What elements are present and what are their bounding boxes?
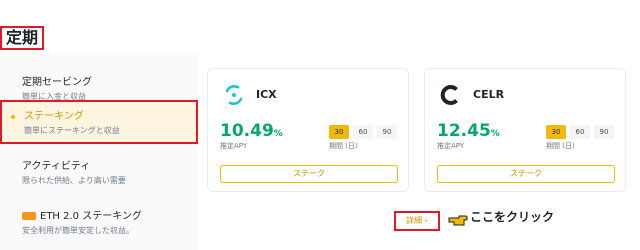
active-indicator-dot (11, 115, 15, 119)
duration-option-60[interactable]: 60 (353, 125, 373, 139)
coin-name: ICX (256, 88, 277, 101)
stake-button[interactable]: ステーク (437, 165, 615, 183)
icx-logo-icon (225, 85, 243, 105)
celr-logo-icon (440, 85, 458, 105)
pointing-hand-icon (448, 215, 468, 226)
sidebar-item-title: ETH 2.0 ステーキング (22, 210, 198, 223)
sidebar-item-title-text: ETH 2.0 ステーキング (40, 211, 142, 222)
apy-value: 10.49% (220, 121, 283, 144)
staking-card-celr: CELR 12.45% 推定APY 30 60 90 期間 (日) ステーク (424, 68, 626, 192)
duration-option-90[interactable]: 90 (594, 125, 614, 139)
duration-option-30[interactable]: 30 (546, 125, 566, 139)
sidebar-item-eth2-staking[interactable]: ETH 2.0 ステーキング 安全利用が簡単安定した収益。 (0, 200, 198, 246)
coin-name: CELR (473, 88, 505, 101)
click-here-annotation: ここをクリック (470, 210, 555, 224)
page-title: 定期 (0, 26, 45, 50)
period-label: 期間 (日) (546, 142, 575, 150)
stake-button[interactable]: ステーク (220, 165, 398, 183)
duration-option-30[interactable]: 30 (329, 125, 349, 139)
sidebar-item-subtitle: 安全利用が簡単安定した収益。 (22, 226, 134, 235)
apy-label: 推定APY (437, 142, 465, 150)
apy-number: 10.49 (220, 121, 274, 141)
staking-card-icx: ICX 10.49% 推定APY 30 60 90 期間 (日) ステーク (207, 68, 409, 192)
apy-label: 推定APY (220, 142, 248, 150)
duration-option-90[interactable]: 90 (377, 125, 397, 139)
apy-unit: % (490, 129, 500, 139)
sidebar-item-title: 定期セービング (22, 77, 92, 88)
sidebar-item-title: アクティビティ (22, 161, 91, 172)
eth2-badge-icon (22, 212, 36, 220)
sidebar-item-staking[interactable]: ステーキング 簡単にステーキングと収益 (0, 100, 198, 144)
sidebar: 定期セービング 簡単に入金と収益 ステーキング 簡単にステーキングと収益 アクテ… (0, 54, 198, 250)
details-link[interactable]: 詳細 › (394, 211, 440, 231)
sidebar-item-activity[interactable]: アクティビティ 限られた供給、より高い需要 (0, 150, 198, 196)
apy-value: 12.45% (437, 121, 500, 144)
sidebar-item-subtitle: 限られた供給、より高い需要 (22, 176, 126, 185)
sidebar-item-subtitle: 簡単にステーキングと収益 (24, 126, 120, 135)
duration-selector: 30 60 90 (546, 125, 614, 139)
sidebar-item-title: ステーキング (24, 111, 84, 122)
apy-unit: % (273, 129, 283, 139)
duration-option-60[interactable]: 60 (570, 125, 590, 139)
apy-number: 12.45 (437, 121, 491, 141)
period-label: 期間 (日) (329, 142, 358, 150)
duration-selector: 30 60 90 (329, 125, 397, 139)
